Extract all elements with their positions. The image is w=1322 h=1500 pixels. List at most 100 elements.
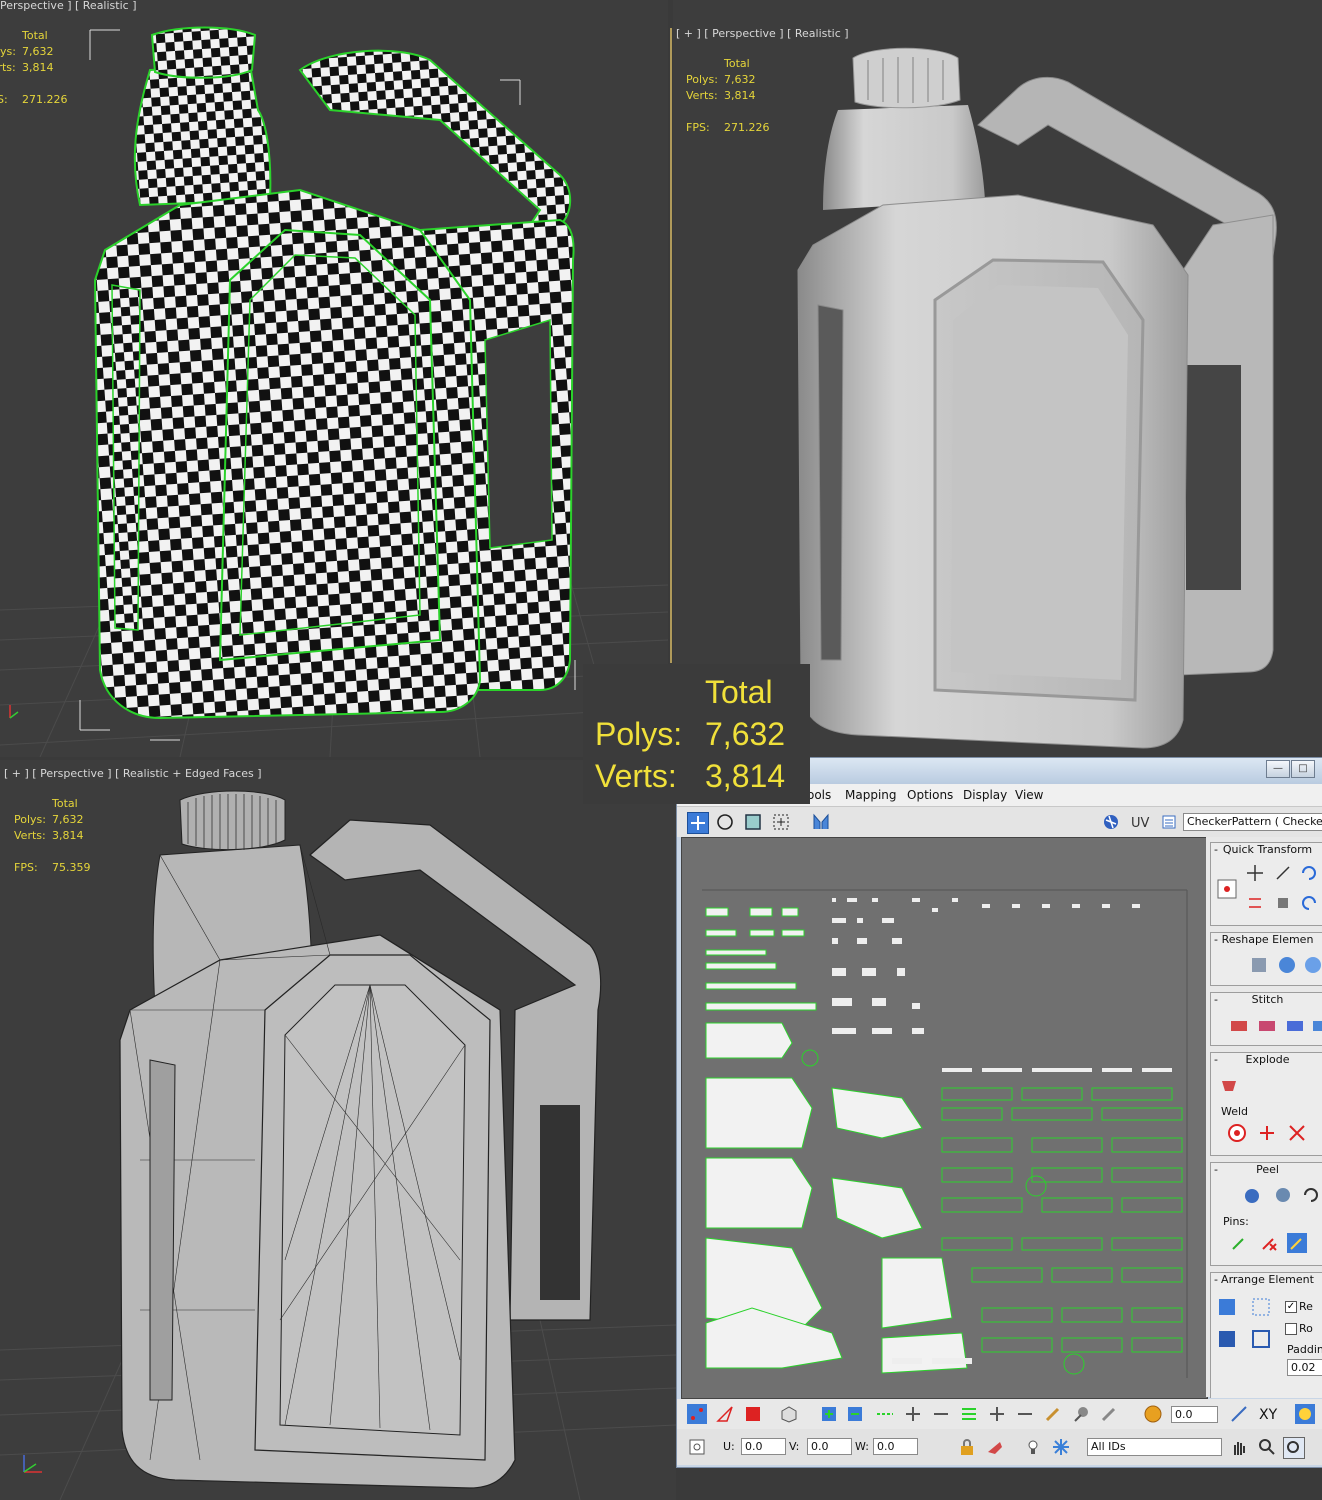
polys-label: Polys: — [0, 45, 16, 58]
viewport-divider[interactable] — [670, 28, 672, 663]
freeform-tool-icon[interactable] — [771, 812, 791, 832]
vertex-mode-icon[interactable] — [687, 1404, 707, 1424]
uv-editor-window[interactable]: — □ ools Mapping Options Display View UV… — [676, 757, 1322, 1468]
grow-selection-icon[interactable] — [819, 1404, 839, 1424]
material-ids-dropdown[interactable]: All IDs — [1087, 1438, 1222, 1456]
viewport-top-right[interactable]: [ + ] [ Perspective ] [ Realistic ] Tota… — [673, 0, 1322, 757]
uv-options-icon[interactable] — [1295, 1404, 1315, 1424]
pack-normalize-icon[interactable] — [1251, 1297, 1271, 1317]
verts-label: Verts: — [0, 61, 16, 74]
weld-selected-icon[interactable] — [1257, 1123, 1277, 1143]
stitch-average-icon[interactable] — [1257, 1015, 1277, 1035]
verts-label: Verts: — [14, 829, 46, 842]
menu-display[interactable]: Display — [963, 788, 1007, 802]
ring-icon[interactable] — [959, 1404, 979, 1424]
pack-rescale-icon[interactable] — [1251, 1329, 1271, 1349]
menu-options[interactable]: Options — [907, 788, 953, 802]
freeze-icon[interactable] — [1051, 1437, 1071, 1457]
uv-canvas[interactable] — [681, 837, 1208, 1399]
shrink-selection-icon[interactable] — [845, 1404, 865, 1424]
rotate-tool-icon[interactable] — [715, 812, 735, 832]
viewport-label[interactable]: [ + ] [ Perspective ] [ Realistic ] — [676, 27, 849, 40]
hide-icon[interactable] — [985, 1437, 1005, 1457]
rollout-title[interactable]: Stitch — [1252, 993, 1284, 1006]
zoom-icon[interactable] — [1257, 1437, 1277, 1457]
relax-icon[interactable] — [1277, 955, 1297, 975]
minimize-button[interactable]: — — [1266, 760, 1290, 778]
rollout-title[interactable]: Quick Transform — [1223, 843, 1312, 856]
weld-target-icon[interactable] — [1227, 1123, 1247, 1143]
peel-mode-icon[interactable] — [1273, 1185, 1293, 1205]
move-tool-icon[interactable] — [687, 812, 709, 834]
paint-grow-icon[interactable] — [1071, 1404, 1091, 1424]
stack-icon[interactable] — [1273, 893, 1293, 913]
weld-all-icon[interactable] — [1287, 1123, 1307, 1143]
face-mode-icon[interactable] — [743, 1404, 763, 1424]
light-icon[interactable] — [1023, 1437, 1043, 1457]
xy-label[interactable]: XY — [1259, 1407, 1277, 1423]
ring-shrink-icon[interactable] — [1015, 1404, 1035, 1424]
lock-icon[interactable] — [957, 1437, 977, 1457]
zoom-region-icon[interactable] — [1283, 1437, 1305, 1459]
spacing-icon[interactable] — [1245, 893, 1265, 913]
menu-tools[interactable]: ools — [807, 788, 831, 802]
pack-together-icon[interactable] — [1217, 1329, 1237, 1349]
maximize-button[interactable]: □ — [1291, 760, 1315, 778]
rescale-checkbox[interactable]: ✓ — [1285, 1301, 1297, 1313]
fps-value: 271.226 — [22, 93, 68, 106]
rotate-ccw-icon[interactable] — [1299, 893, 1319, 913]
v-spinner[interactable]: 0.0 — [807, 1438, 852, 1455]
soft-selection-icon[interactable] — [1143, 1404, 1163, 1424]
falloff-spinner[interactable]: 0.0 — [1171, 1406, 1218, 1423]
rollout-title[interactable]: Reshape Elemen — [1222, 933, 1314, 946]
u-spinner[interactable]: 0.0 — [741, 1438, 786, 1455]
menu-mapping[interactable]: Mapping — [845, 788, 897, 802]
polys-value: 7,632 — [52, 813, 84, 826]
texture-dropdown[interactable]: CheckerPattern ( Checker ) — [1183, 813, 1322, 831]
stitch-to-target-icon[interactable] — [1229, 1015, 1249, 1035]
menu-view[interactable]: View — [1015, 788, 1043, 802]
straighten-icon[interactable] — [1249, 955, 1269, 975]
polys-value: 7,632 — [705, 716, 786, 752]
viewport-label[interactable]: Perspective ] [ Realistic ] — [0, 0, 137, 12]
checker-globe-icon[interactable] — [1101, 812, 1121, 832]
stitch-to-source-icon[interactable] — [1285, 1015, 1305, 1035]
falloff-line-icon[interactable] — [1229, 1404, 1249, 1424]
pivot-center-icon[interactable] — [1217, 879, 1237, 899]
viewport-top-left[interactable]: Perspective ] [ Realistic ] Total Polys:… — [0, 0, 668, 757]
scale-tool-icon[interactable] — [743, 812, 763, 832]
padding-spinner[interactable]: 0.02 — [1287, 1359, 1322, 1376]
pan-hand-icon[interactable] — [1229, 1437, 1249, 1457]
rotate-cw-icon[interactable] — [1299, 863, 1319, 883]
absolute-offset-icon[interactable] — [687, 1437, 707, 1457]
rollout-title[interactable]: Peel — [1256, 1163, 1279, 1176]
rollout-title[interactable]: Arrange Element — [1221, 1273, 1314, 1286]
align-icon[interactable] — [1245, 863, 1265, 883]
explode-icon[interactable] — [1219, 1075, 1239, 1095]
reset-peel-icon[interactable] — [1301, 1185, 1321, 1205]
pin-add-icon[interactable] — [1229, 1233, 1249, 1253]
edge-mode-icon[interactable] — [715, 1404, 735, 1424]
loop-icon[interactable] — [875, 1404, 895, 1424]
loop-grow-icon[interactable] — [903, 1404, 923, 1424]
stitch-custom-icon[interactable] — [1311, 1015, 1322, 1035]
w-spinner[interactable]: 0.0 — [873, 1438, 918, 1455]
checker-jug-render — [0, 26, 668, 757]
mirror-tool-icon[interactable] — [811, 812, 831, 832]
element-mode-icon[interactable] — [779, 1404, 799, 1424]
pin-auto-icon[interactable] — [1287, 1233, 1307, 1253]
list-icon[interactable] — [1159, 812, 1179, 832]
paint-shrink-icon[interactable] — [1099, 1404, 1119, 1424]
loop-shrink-icon[interactable] — [931, 1404, 951, 1424]
ring-grow-icon[interactable] — [987, 1404, 1007, 1424]
quick-peel-icon[interactable] — [1243, 1185, 1263, 1205]
paint-select-icon[interactable] — [1043, 1404, 1063, 1424]
rotate-checkbox[interactable] — [1285, 1323, 1297, 1335]
rotate-90-icon[interactable] — [1273, 863, 1293, 883]
viewport-label[interactable]: [ + ] [ Perspective ] [ Realistic + Edge… — [4, 767, 262, 780]
rollout-title[interactable]: Explode — [1246, 1053, 1290, 1066]
relax-by-polygon-icon[interactable] — [1303, 955, 1322, 975]
pin-remove-icon[interactable] — [1259, 1233, 1279, 1253]
viewport-bottom-left[interactable]: [ + ] [ Perspective ] [ Realistic + Edge… — [0, 760, 676, 1500]
pack-custom-icon[interactable] — [1217, 1297, 1237, 1317]
